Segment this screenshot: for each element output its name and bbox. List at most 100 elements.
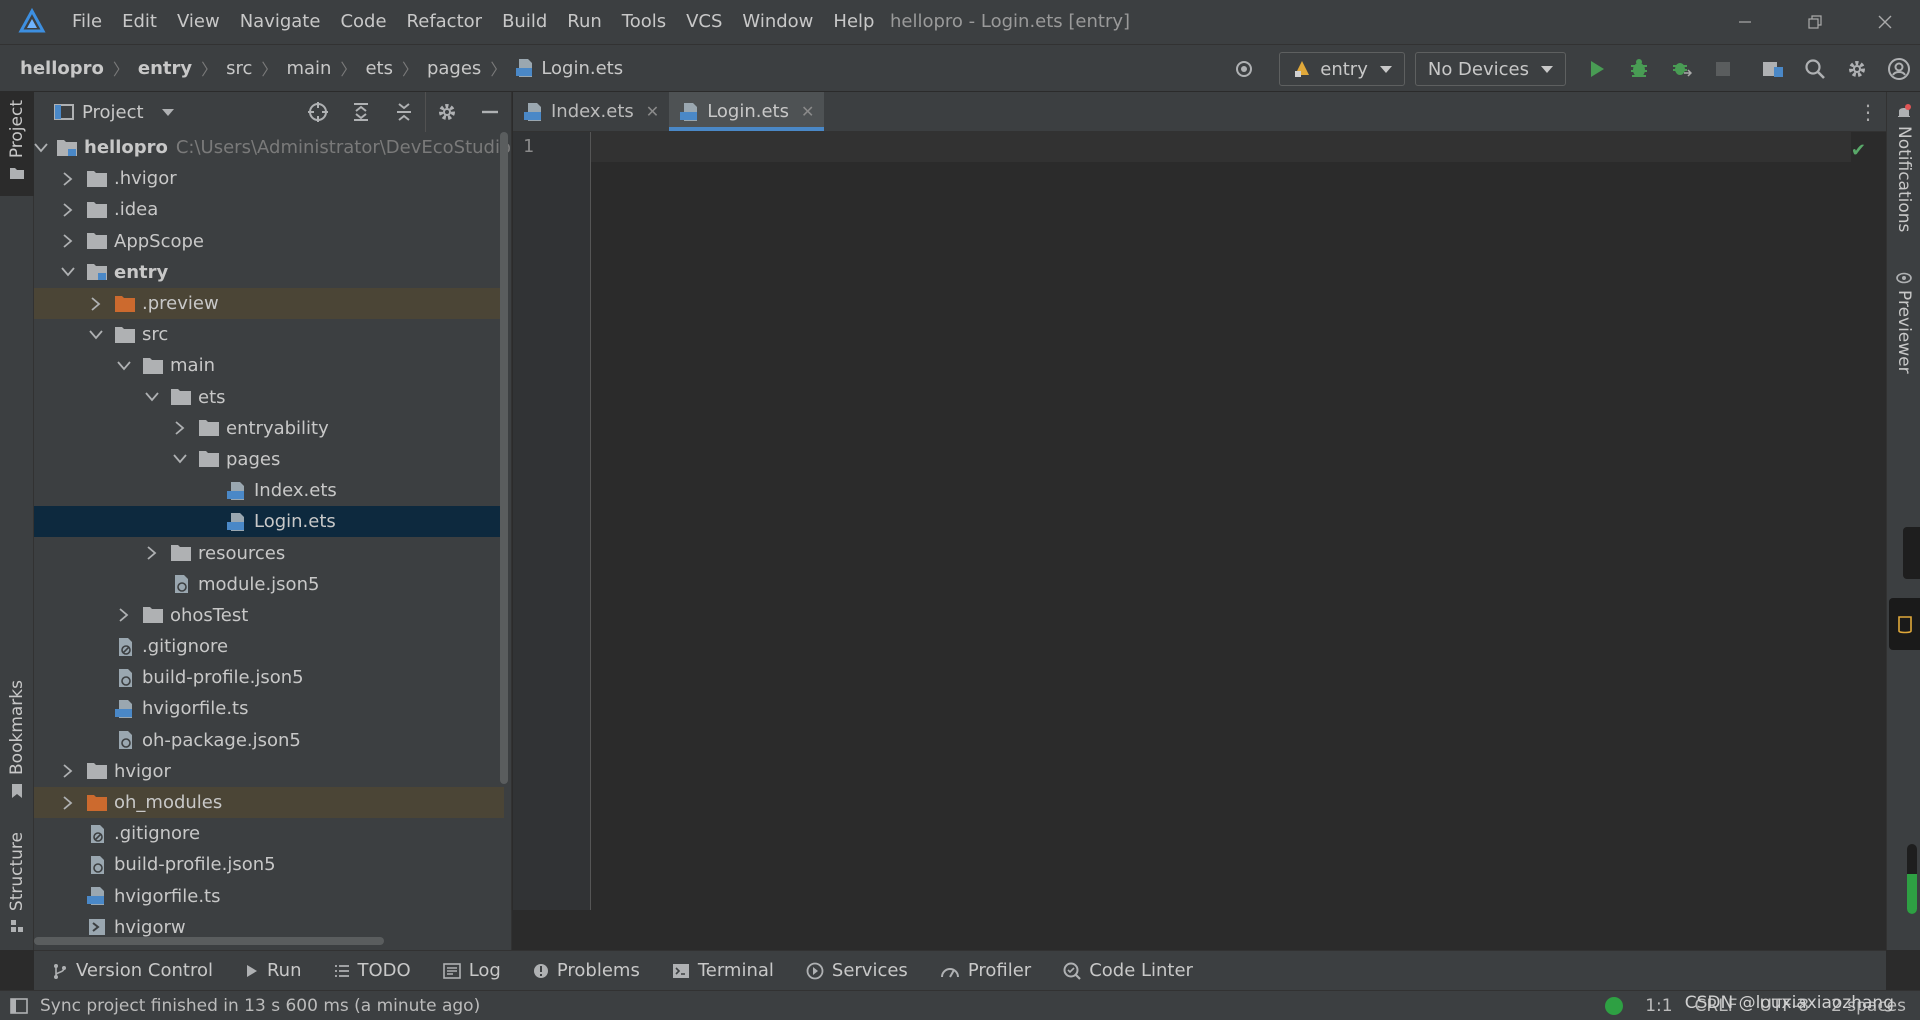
chevron-right-icon[interactable] <box>58 231 78 251</box>
tree-row-entry[interactable]: entry <box>34 257 504 288</box>
minimize-button[interactable] <box>1710 0 1780 44</box>
chevron-down-icon[interactable] <box>58 262 78 282</box>
hide-panel-button[interactable] <box>468 92 511 132</box>
tool-todo[interactable]: TODO <box>334 960 411 981</box>
chevron-right-icon[interactable] <box>58 761 78 781</box>
menu-edit[interactable]: Edit <box>112 0 167 44</box>
breadcrumb-item-login[interactable]: Login.ets <box>541 58 623 79</box>
tree-row-hellopro[interactable]: hellopro C:\Users\Administrator\DevEcoSt… <box>34 132 511 163</box>
collapse-all-button[interactable] <box>382 92 425 132</box>
chevron-right-icon[interactable] <box>142 543 162 563</box>
debug-button[interactable] <box>1618 45 1660 93</box>
bookmarks-tool-tab[interactable]: Bookmarks <box>0 680 34 799</box>
menu-file[interactable]: File <box>62 0 112 44</box>
chevron-right-icon[interactable] <box>86 294 106 314</box>
device-selector[interactable]: No Devices <box>1414 52 1566 86</box>
tree-row-resources[interactable]: resources <box>34 537 504 568</box>
tree-row-entry-build-profile[interactable]: build-profile.json5 <box>34 662 504 693</box>
stop-button[interactable] <box>1702 45 1744 93</box>
tree-row-root-build-profile[interactable]: build-profile.json5 <box>34 849 504 880</box>
menu-refactor[interactable]: Refactor <box>397 0 493 44</box>
device-status-icon[interactable] <box>1605 997 1624 1015</box>
tab-index-ets[interactable]: Index.ets ✕ <box>513 92 669 131</box>
breadcrumb-item-hellopro[interactable]: hellopro <box>20 58 104 79</box>
tree-row-preview[interactable]: .preview <box>34 287 504 320</box>
chevron-right-icon[interactable] <box>170 418 190 438</box>
project-tool-tab[interactable]: Project <box>0 92 34 196</box>
chevron-down-icon[interactable] <box>170 449 190 469</box>
caret-position[interactable]: 1:1 <box>1645 996 1672 1016</box>
chevron-right-icon[interactable] <box>58 169 78 189</box>
expand-all-button[interactable] <box>339 92 382 132</box>
notifications-tool-tab[interactable]: Notifications <box>1887 104 1920 232</box>
settings-button[interactable] <box>1836 45 1878 93</box>
project-vertical-scrollbar[interactable] <box>500 132 508 784</box>
view-mode-chevron-down-icon[interactable] <box>161 108 174 116</box>
menu-run[interactable]: Run <box>557 0 612 44</box>
select-opened-file-button[interactable] <box>296 92 339 132</box>
close-window-button[interactable] <box>1850 0 1920 44</box>
menu-view[interactable]: View <box>167 0 230 44</box>
tree-row-src[interactable]: src <box>34 319 504 350</box>
close-tab-icon[interactable]: ✕ <box>801 102 814 121</box>
tree-row-entry-hvigorfile[interactable]: hvigorfile.ts <box>34 693 504 724</box>
chevron-right-icon[interactable] <box>114 605 134 625</box>
tree-row-entry-oh-package[interactable]: oh-package.json5 <box>34 725 504 756</box>
no-problems-check-icon[interactable]: ✔ <box>1851 140 1866 161</box>
tool-services[interactable]: Services <box>806 960 908 981</box>
tool-run[interactable]: Run <box>245 960 302 981</box>
breadcrumb-item-pages[interactable]: pages <box>427 58 481 79</box>
tool-log[interactable]: Log <box>442 960 501 981</box>
menu-navigate[interactable]: Navigate <box>230 0 331 44</box>
restore-button[interactable] <box>1780 0 1850 44</box>
tool-terminal[interactable]: Terminal <box>672 960 774 981</box>
tree-row-ets[interactable]: ets <box>34 382 504 413</box>
chevron-down-icon[interactable] <box>86 325 106 345</box>
search-button[interactable] <box>1794 45 1836 93</box>
project-structure-button[interactable] <box>1752 45 1794 93</box>
breadcrumb-item-src[interactable]: src <box>226 58 252 79</box>
tree-row-index-ets[interactable]: Index.ets <box>34 475 504 506</box>
tool-problems[interactable]: Problems <box>533 960 640 981</box>
breadcrumb-item-entry[interactable]: entry <box>138 58 192 79</box>
tool-profiler[interactable]: Profiler <box>940 960 1031 981</box>
more-actions-icon[interactable]: ⋮ <box>1858 92 1878 132</box>
memory-indicator[interactable] <box>1907 844 1917 914</box>
tree-row-login-ets[interactable]: Login.ets <box>34 506 504 538</box>
project-horizontal-scrollbar[interactable] <box>34 937 384 945</box>
tree-row-idea[interactable]: .idea <box>34 194 504 225</box>
code-editor-current-line[interactable] <box>591 132 1851 162</box>
floating-widget[interactable] <box>1903 527 1920 579</box>
chevron-down-icon[interactable] <box>142 387 162 407</box>
panel-options-button[interactable] <box>425 92 468 132</box>
previewer-tool-tab[interactable]: Previewer <box>1887 272 1920 374</box>
menu-window[interactable]: Window <box>732 0 823 44</box>
tree-row-ohostest[interactable]: ohosTest <box>34 600 504 631</box>
tree-row-root-gitignore[interactable]: .gitignore <box>34 818 504 849</box>
menu-help[interactable]: Help <box>823 0 884 44</box>
chevron-right-icon[interactable] <box>58 200 78 220</box>
chevron-down-icon[interactable] <box>114 356 134 376</box>
tool-code-linter[interactable]: Code Linter <box>1063 960 1193 981</box>
tool-version-control[interactable]: Version Control <box>52 960 213 981</box>
tab-login-ets[interactable]: Login.ets ✕ <box>669 92 825 131</box>
tree-row-pages[interactable]: pages <box>34 444 504 475</box>
menu-tools[interactable]: Tools <box>612 0 676 44</box>
menu-vcs[interactable]: VCS <box>676 0 732 44</box>
breadcrumb-item-main[interactable]: main <box>286 58 331 79</box>
breadcrumb-item-ets[interactable]: ets <box>365 58 393 79</box>
tree-row-appscope[interactable]: AppScope <box>34 226 504 257</box>
close-tab-icon[interactable]: ✕ <box>646 102 659 121</box>
account-button[interactable] <box>1878 45 1920 93</box>
tree-row-hvigor-dir[interactable]: .hvigor <box>34 163 504 194</box>
module-selector[interactable]: entry <box>1279 52 1405 86</box>
assistant-widget[interactable] <box>1889 598 1920 650</box>
project-panel-title[interactable]: Project <box>82 102 144 123</box>
menu-code[interactable]: Code <box>330 0 396 44</box>
toggle-tool-windows-icon[interactable] <box>10 997 28 1014</box>
run-button[interactable] <box>1576 45 1618 93</box>
tree-row-root-hvigorfile[interactable]: hvigorfile.ts <box>34 881 504 912</box>
chevron-down-icon[interactable] <box>34 138 48 158</box>
tree-row-module-json5[interactable]: module.json5 <box>34 569 504 600</box>
status-message[interactable]: Sync project finished in 13 s 600 ms (a … <box>40 996 480 1016</box>
